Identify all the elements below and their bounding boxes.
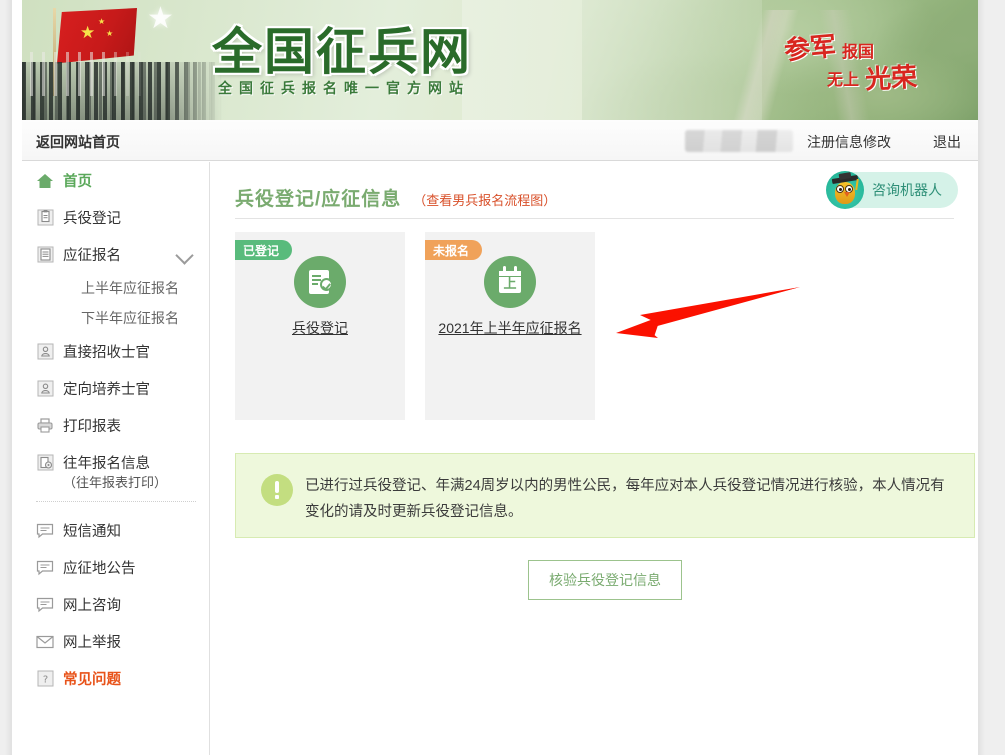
sidebar-subitem-first-half-year-label: 上半年应征报名: [81, 280, 179, 296]
sidebar-item-home-label: 首页: [63, 174, 92, 190]
site-banner: ★ ★ ★ ★ 全国征兵网 全国征兵报名唯一官方网站 参军 报国 无上 光荣: [22, 0, 978, 120]
verify-registration-button[interactable]: 核验兵役登记信息: [528, 560, 682, 600]
card-link-enlistment-application[interactable]: 2021年上半年应征报名: [425, 318, 595, 338]
sidebar-item-targeted-nco-training[interactable]: 定向培养士官: [23, 370, 209, 407]
message-icon: [36, 596, 54, 614]
sidebar-item-direct-nco-recruitment[interactable]: 直接招收士官: [23, 333, 209, 370]
notice-text: 已进行过兵役登记、年满24周岁以内的男性公民，每年应对本人兵役登记情况进行核验，…: [305, 478, 945, 520]
sidebar-item-print-report[interactable]: 打印报表: [23, 407, 209, 444]
card-link-military-registration[interactable]: 兵役登记: [235, 318, 405, 338]
sidebar-item-enlistment-application[interactable]: 应征报名: [23, 236, 209, 273]
message-icon: [36, 522, 54, 540]
page-shadow-right: [979, 0, 985, 755]
sidebar-item-home[interactable]: 首页: [23, 162, 209, 199]
sidebar-subitem-second-half-year-label: 下半年应征报名: [81, 310, 179, 326]
slogan-text-4: 光荣: [864, 61, 918, 95]
message-icon: [36, 559, 54, 577]
logout-link[interactable]: 退出: [933, 132, 961, 152]
document-check-icon: [294, 256, 346, 308]
consultation-robot-button[interactable]: 咨询机器人: [826, 170, 958, 209]
sidebar-item-past-year-application-info-label: 往年报名信息: [63, 456, 150, 472]
home-icon: [36, 172, 54, 190]
card-enlistment-application[interactable]: 未报名 上 2021年上半年应征报名: [425, 232, 595, 420]
slogan-text-3: 无上: [827, 72, 860, 89]
exclamation-icon: [261, 474, 293, 506]
status-badge-not-applied: 未报名: [425, 240, 483, 260]
username-masked: [685, 130, 793, 152]
sidebar: 首页 兵役登记 应征报名 上半年应征报名 下半年应征报名 直接招收士官 定向培养…: [23, 162, 210, 755]
sidebar-item-sms-notification-label: 短信通知: [63, 524, 121, 540]
sidebar-item-online-report-label: 网上举报: [63, 635, 121, 651]
flag-star-small-1: ★: [98, 17, 106, 26]
printer-icon: [36, 417, 54, 435]
sidebar-item-direct-nco-recruitment-label: 直接招收士官: [63, 345, 150, 361]
consultation-robot-label: 咨询机器人: [872, 182, 942, 198]
top-navigation-bar: 返回网站首页 注册信息修改 退出: [22, 120, 978, 161]
sidebar-divider: [36, 501, 196, 502]
user-badge-icon: [36, 380, 54, 398]
page-title-row: 兵役登记/应征信息 （查看男兵报名流程图）: [235, 184, 556, 211]
slogan-text-1: 参军: [782, 30, 838, 66]
banner-fog-overlay: [462, 0, 762, 120]
flag-star-big: ★: [80, 23, 96, 42]
edit-registration-info-link[interactable]: 注册信息修改: [807, 132, 891, 152]
status-badge-registered: 已登记: [235, 240, 293, 260]
flag-star-small-2: ★: [106, 29, 114, 38]
sidebar-item-military-registration[interactable]: 兵役登记: [23, 199, 209, 236]
sidebar-item-sms-notification[interactable]: 短信通知: [23, 512, 209, 549]
sidebar-item-online-consultation[interactable]: 网上咨询: [23, 586, 209, 623]
user-badge-icon: [36, 343, 54, 361]
notice-box: 已进行过兵役登记、年满24周岁以内的男性公民，每年应对本人兵役登记情况进行核验，…: [235, 453, 975, 538]
soldiers-photo-front-row: [30, 52, 150, 96]
page-title: 兵役登记/应征信息: [235, 189, 402, 210]
chevron-down-icon[interactable]: [175, 246, 194, 265]
sidebar-subitem-second-half-year[interactable]: 下半年应征报名: [23, 303, 209, 333]
envelope-icon: [36, 633, 54, 651]
sidebar-item-print-report-label: 打印报表: [63, 419, 121, 435]
page-root: ★ ★ ★ ★ 全国征兵网 全国征兵报名唯一官方网站 参军 报国 无上 光荣 返…: [0, 0, 1005, 755]
sidebar-item-online-report[interactable]: 网上举报: [23, 623, 209, 660]
document-icon: [36, 246, 54, 264]
sidebar-item-enlistment-application-label: 应征报名: [63, 248, 121, 264]
sidebar-item-online-consultation-label: 网上咨询: [63, 598, 121, 614]
clipboard-icon: [36, 209, 54, 227]
sidebar-item-past-year-application-info[interactable]: 往年报名信息: [23, 444, 209, 481]
site-title: 全国征兵网: [212, 23, 472, 81]
question-icon: ?: [36, 670, 54, 688]
card-military-registration[interactable]: 已登记 兵役登记: [235, 232, 405, 420]
sidebar-item-targeted-nco-training-label: 定向培养士官: [63, 382, 150, 398]
site-subtitle: 全国征兵报名唯一官方网站: [218, 80, 470, 96]
sidebar-item-recruitment-area-announcement[interactable]: 应征地公告: [23, 549, 209, 586]
svg-text:?: ?: [42, 675, 47, 686]
back-to-site-home-link[interactable]: 返回网站首页: [36, 132, 120, 152]
title-underline: [235, 218, 954, 219]
sidebar-item-faq[interactable]: ? 常见问题: [23, 660, 209, 697]
calendar-icon-text: 上: [503, 276, 517, 291]
sidebar-subitem-first-half-year[interactable]: 上半年应征报名: [23, 273, 209, 303]
sidebar-item-military-registration-label: 兵役登记: [63, 211, 121, 227]
calendar-icon: 上: [484, 256, 536, 308]
owl-mascot-icon: [826, 170, 864, 209]
archive-icon: [36, 454, 54, 472]
view-male-flowchart-link[interactable]: （查看男兵报名流程图）: [413, 190, 556, 209]
sidebar-item-recruitment-area-announcement-label: 应征地公告: [63, 561, 136, 577]
sidebar-item-faq-label: 常见问题: [63, 672, 121, 688]
watermark-star-icon: ★: [147, 2, 174, 35]
